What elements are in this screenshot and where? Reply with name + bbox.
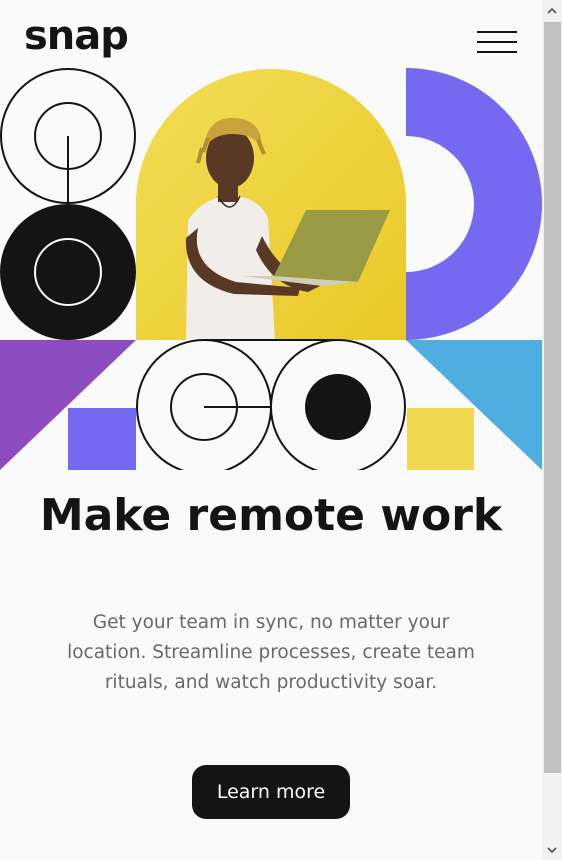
hero-subtext: Get your team in sync, no matter your lo… [67, 612, 475, 693]
landing-page: snap Make remote work Get your team in s… [0, 0, 542, 860]
outlined-circle-shape [0, 68, 136, 205]
black-circle-shape [0, 204, 136, 340]
chevron-up-icon[interactable] [542, 0, 562, 20]
menu-bar-top [477, 31, 517, 33]
learn-more-button[interactable]: Learn more [192, 765, 350, 819]
menu-bar-middle [477, 41, 517, 43]
hamburger-menu-button[interactable] [474, 26, 520, 58]
yellow-square-shape [407, 408, 474, 470]
scrollbar-thumb[interactable] [544, 22, 561, 773]
hero-photo [136, 69, 406, 340]
linked-circles-shape [136, 339, 406, 470]
purple-square-shape [68, 408, 136, 470]
hero-headline: Make remote work [39, 490, 503, 541]
vertical-scrollbar[interactable] [542, 0, 562, 860]
snap-logo[interactable]: snap [24, 12, 129, 60]
chevron-down-icon[interactable] [542, 840, 562, 860]
hero-illustration [0, 68, 542, 470]
menu-bar-bottom [477, 51, 517, 53]
purple-half-ring-shape [406, 68, 542, 340]
